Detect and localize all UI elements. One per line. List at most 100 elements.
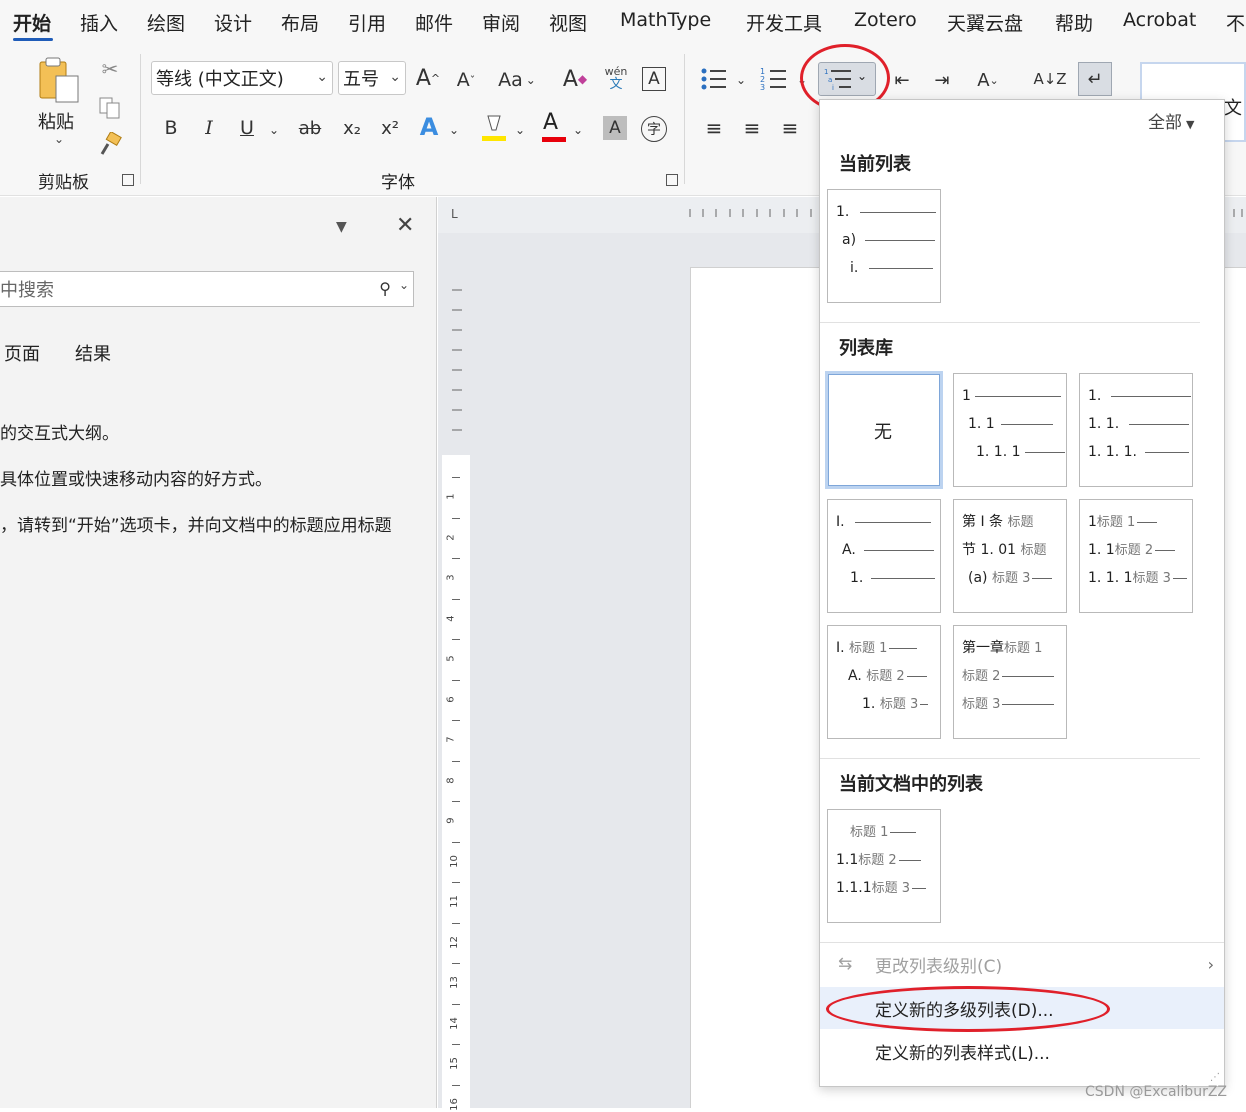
font-launcher-icon[interactable] — [666, 174, 678, 186]
current-list-thumbnail[interactable]: 1. a) i. — [827, 189, 941, 303]
vruler-tick — [452, 598, 460, 600]
enclose-characters-icon[interactable]: 字 — [641, 116, 667, 142]
tab-help[interactable]: 帮助 — [1055, 9, 1093, 36]
define-new-list-style-item[interactable]: 定义新的列表样式(L)... — [820, 1030, 1224, 1072]
font-color-button[interactable]: A — [540, 110, 568, 144]
tab-home[interactable]: 开始 — [13, 9, 51, 36]
list-library-article-section[interactable]: 第 I 条 标题 节 1. 01 标题 (a) 标题 3 — [953, 499, 1067, 613]
paste-chevron-icon[interactable]: ⌄ — [54, 132, 64, 146]
tab-view[interactable]: 视图 — [549, 9, 587, 36]
vruler-tick — [452, 841, 460, 843]
text-effects-chevron-icon[interactable]: ⌄ — [446, 118, 462, 142]
search-chevron-icon[interactable]: ⌄ — [399, 278, 409, 292]
navigation-pane: ▼ ✕ 中搜索 ⚲ ⌄ 页面 结果 的交互式大纲。 具体位置或快速移动内容的好方… — [0, 197, 437, 1108]
vruler-number: 3 — [445, 574, 457, 581]
tab-draw[interactable]: 绘图 — [147, 9, 185, 36]
vruler-number: 5 — [445, 655, 457, 662]
tab-insert[interactable]: 插入 — [80, 9, 118, 36]
italic-button[interactable]: I — [198, 114, 220, 142]
cut-icon[interactable]: ✂ — [98, 56, 122, 82]
ruler-corner: L — [438, 197, 478, 233]
show-formatting-marks-icon[interactable]: ↵ — [1078, 62, 1112, 96]
text-effects-icon[interactable]: A — [416, 112, 442, 142]
close-icon[interactable]: ✕ — [396, 213, 414, 238]
bullets-chevron-icon[interactable]: ⌄ — [734, 70, 748, 90]
phonetic-guide-icon[interactable]: wén 文 — [603, 66, 629, 96]
align-center-icon[interactable]: ≡ — [738, 114, 766, 142]
tab-selector-icon[interactable]: L — [451, 207, 458, 221]
change-case-button[interactable]: Aa ⌄ — [494, 66, 540, 94]
paste-label[interactable]: 粘贴 — [38, 108, 74, 134]
tab-results[interactable]: 结果 — [75, 340, 111, 366]
nav-search-input[interactable]: 中搜索 ⚲ ⌄ — [0, 271, 414, 307]
numbering-icon[interactable]: 123 — [760, 66, 788, 92]
tab-references[interactable]: 引用 — [348, 9, 386, 36]
list-library-numeric-1[interactable]: 1 1. 1 1. 1. 1 — [953, 373, 1067, 487]
pane-options-chevron-icon[interactable]: ▼ — [336, 219, 347, 235]
list-library-heading-roman[interactable]: I. 标题 1 A. 标题 2 1. 标题 3 — [827, 625, 941, 739]
superscript-button[interactable]: x² — [376, 114, 404, 142]
tab-tianyi-cloud[interactable]: 天翼云盘 — [947, 9, 1023, 36]
nav-help-line-3: ，请转到“开始”选项卡，并向文档中的标题应用标题 — [0, 516, 392, 536]
paste-button[interactable] — [36, 56, 84, 108]
search-icon[interactable]: ⚲ — [379, 279, 391, 298]
tab-pages[interactable]: 页面 — [4, 340, 40, 366]
bold-button[interactable]: B — [160, 114, 182, 142]
tab-mailings[interactable]: 邮件 — [415, 9, 453, 36]
list-library-roman[interactable]: I. A. 1. — [827, 499, 941, 613]
change-list-level-item[interactable]: ⇆ 更改列表级别(C) › — [820, 943, 1224, 985]
group-separator — [140, 54, 141, 184]
nav-help-line-2: 具体位置或快速移动内容的好方式。 — [0, 470, 272, 490]
list-library-numeric-2[interactable]: 1. 1. 1. 1. 1. 1. — [1079, 373, 1193, 487]
clipboard-launcher-icon[interactable] — [122, 174, 134, 186]
style-preview-text: 文 — [1224, 98, 1242, 119]
tab-acrobat[interactable]: Acrobat — [1123, 9, 1196, 31]
font-size-combo[interactable]: 五号 ⌄ — [338, 61, 406, 95]
copy-icon[interactable] — [98, 96, 122, 120]
shrink-font-icon[interactable]: Aˇ — [452, 66, 480, 94]
strikethrough-button[interactable]: ab — [296, 114, 324, 142]
font-color-bar — [542, 137, 566, 142]
list-library-heading-numeric[interactable]: 1标题 1 1. 1标题 2 1. 1. 1标题 3 — [1079, 499, 1193, 613]
character-border-icon[interactable]: A — [642, 67, 666, 91]
font-name-value: 等线 (中文正文) — [156, 69, 284, 90]
vruler-tick — [452, 477, 460, 478]
font-color-chevron-icon[interactable]: ⌄ — [570, 118, 586, 142]
separator — [820, 758, 1200, 759]
highlighter-icon — [482, 115, 506, 141]
character-shading-icon[interactable]: A — [603, 116, 627, 140]
resize-grip-icon[interactable]: ⋰ — [1210, 1072, 1220, 1083]
list-library-chapter[interactable]: 第一章标题 1 标题 2 标题 3 — [953, 625, 1067, 739]
asian-layout-icon[interactable]: A ⌄ — [968, 66, 1008, 94]
document-list-thumbnail[interactable]: 标题 1 1.1标题 2 1.1.1标题 3 — [827, 809, 941, 923]
vruler-number: 11 — [448, 895, 460, 908]
clear-formatting-icon[interactable]: A ◆ — [560, 64, 590, 94]
list-library-none[interactable]: 无 — [825, 371, 943, 489]
increase-indent-icon[interactable]: ⇥ — [928, 66, 956, 94]
tab-zotero[interactable]: Zotero — [854, 9, 917, 31]
highlight-color-button[interactable] — [480, 112, 508, 144]
vruler-tick — [452, 1084, 460, 1086]
clipboard-group-label: 剪贴板 — [38, 173, 89, 193]
bullets-icon[interactable] — [700, 66, 728, 92]
format-painter-icon[interactable] — [98, 130, 124, 158]
tab-layout[interactable]: 布局 — [281, 9, 319, 36]
underline-chevron-icon[interactable]: ⌄ — [266, 118, 282, 142]
highlight-chevron-icon[interactable]: ⌄ — [512, 118, 528, 142]
tab-developer[interactable]: 开发工具 — [746, 9, 822, 36]
tab-design[interactable]: 设计 — [214, 9, 252, 36]
grow-font-icon[interactable]: A ^ — [414, 64, 442, 92]
underline-button[interactable]: U — [236, 114, 258, 142]
tab-review[interactable]: 审阅 — [482, 9, 520, 36]
align-left-icon[interactable]: ≡ — [700, 114, 728, 142]
list-filter-dropdown[interactable]: 全部 ▼ — [1148, 108, 1194, 133]
align-right-icon[interactable]: ≡ — [776, 114, 804, 142]
vertical-ruler[interactable]: 1 2 3 4 5 6 7 8 9 10 11 12 13 14 15 16 — [442, 233, 470, 1110]
group-separator — [684, 54, 685, 184]
tab-mathtype[interactable]: MathType — [620, 9, 711, 31]
font-name-combo[interactable]: 等线 (中文正文) ⌄ — [151, 61, 333, 95]
tab-overflow[interactable]: 不 — [1226, 9, 1245, 36]
decrease-indent-icon[interactable]: ⇤ — [888, 66, 916, 94]
subscript-button[interactable]: x₂ — [338, 114, 366, 142]
sort-icon[interactable]: A↓Z — [1033, 64, 1066, 94]
